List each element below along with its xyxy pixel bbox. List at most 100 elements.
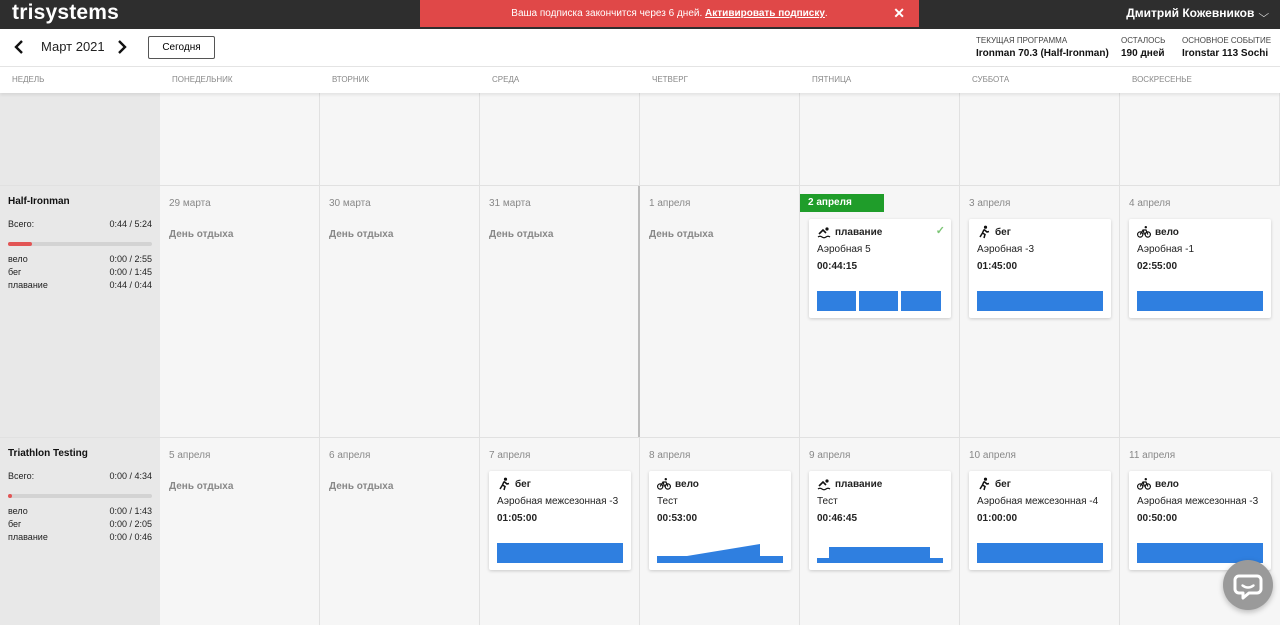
day-cell[interactable]	[640, 93, 800, 185]
main-event[interactable]: Основное событие Ironstar 113 Sochi	[1182, 36, 1271, 59]
activate-subscription-link[interactable]: Активировать подписку	[705, 8, 825, 19]
today-button[interactable]: Сегодня	[148, 36, 215, 59]
workout-duration: 02:55:00	[1137, 261, 1178, 272]
workout-intensity-chart	[977, 291, 1103, 311]
run-icon	[499, 477, 510, 491]
workout-sport: бег	[995, 479, 1011, 490]
workout-duration: 00:46:45	[817, 513, 858, 524]
day-cell[interactable]: 3 апреля бег Аэробная -3 01:45:00	[960, 186, 1120, 437]
chat-icon	[1233, 574, 1263, 600]
day-cell[interactable]: 4 апреля вело Аэробная -1 02:55:00	[1120, 186, 1280, 437]
week-row-half-ironman: Half-Ironman Всего: 0:44 / 5:24 вело 0:00…	[0, 186, 1280, 438]
days-left: Осталось 190 дней	[1121, 36, 1166, 59]
header-tuesday: Вторник	[332, 75, 370, 84]
current-month: Март 2021	[41, 39, 105, 54]
header-thursday: Четверг	[652, 75, 688, 84]
chat-button[interactable]	[1223, 560, 1273, 610]
current-program[interactable]: Текущая программа Ironman 70.3 (Half-Iro…	[976, 36, 1109, 59]
day-date: 29 марта	[169, 198, 211, 209]
sport-total: плавание 0:00 / 0:46	[8, 532, 152, 542]
day-cell[interactable]: 10 апреля бег Аэробная межсезонная -4 01…	[960, 438, 1120, 625]
workout-card[interactable]: бег Аэробная межсезонная -4 01:00:00	[969, 471, 1111, 570]
day-cell[interactable]: 6 апреля День отдыха	[320, 438, 480, 625]
sport-total: бег 0:00 / 1:45	[8, 267, 152, 277]
week-summary[interactable]: Half-Ironman Всего: 0:44 / 5:24 вело 0:00…	[0, 186, 160, 437]
workout-name: Аэробная -1	[1137, 244, 1195, 255]
workout-card[interactable]: вело Аэробная межсезонная -3 00:50:00	[1129, 471, 1271, 570]
header-week: Недель	[12, 75, 45, 84]
workout-name: Аэробная межсезонная -3	[497, 496, 619, 507]
next-month-button[interactable]	[116, 37, 128, 63]
week-total: Всего: 0:00 / 4:34	[8, 471, 152, 481]
workout-sport: вело	[675, 479, 699, 490]
top-bar: trisystems Ваша подписка закончится чере…	[0, 0, 1280, 29]
header-monday: Понедельник	[172, 75, 233, 84]
day-cell[interactable]	[1120, 93, 1280, 185]
workout-sport: бег	[515, 479, 531, 490]
workout-name: Аэробная межсезонная -4	[977, 496, 1099, 507]
day-cell[interactable]: 7 апреля бег Аэробная межсезонная -3 01:…	[480, 438, 640, 625]
header-saturday: Суббота	[972, 75, 1010, 84]
day-cell[interactable]: 5 апреля День отдыха	[160, 438, 320, 625]
run-icon	[979, 225, 990, 239]
day-cell-today[interactable]: 2 апреля плавание ✓ Аэробная 5 00:44:15	[800, 186, 960, 437]
chevron-right-icon	[118, 40, 127, 54]
workout-sport: бег	[995, 227, 1011, 238]
day-cell[interactable]: 9 апреля плавание Тест 00:46:45	[800, 438, 960, 625]
week-summary[interactable]: Triathlon Testing Всего: 0:00 / 4:34 вел…	[0, 438, 160, 625]
workout-card[interactable]: бег Аэробная межсезонная -3 01:05:00	[489, 471, 631, 570]
sport-total: вело 0:00 / 1:43	[8, 506, 152, 516]
calendar-grid: Half-Ironman Всего: 0:44 / 5:24 вело 0:00…	[0, 93, 1280, 625]
week-progress-fill	[8, 242, 33, 246]
day-cell[interactable]: 30 марта День отдыха	[320, 186, 480, 437]
workout-intensity-chart	[977, 543, 1103, 563]
day-date: 30 марта	[329, 198, 371, 209]
workout-intensity-chart	[817, 291, 941, 311]
user-menu[interactable]: Дмитрий Кожевников ⌵	[1126, 0, 1269, 28]
workout-card[interactable]: вело Аэробная -1 02:55:00	[1129, 219, 1271, 318]
workout-card[interactable]: плавание ✓ Аэробная 5 00:44:15	[809, 219, 951, 318]
banner-text: Ваша подписка закончится через 6 дней.	[511, 8, 703, 19]
day-date: 4 апреля	[1129, 198, 1171, 209]
day-cell[interactable]	[800, 93, 960, 185]
chevron-left-icon	[14, 40, 23, 54]
day-cell[interactable]: 31 марта День отдыха	[480, 186, 640, 437]
day-date: 6 апреля	[329, 450, 371, 461]
rest-day-label: День отдыха	[649, 229, 714, 240]
check-icon: ✓	[935, 225, 945, 237]
app-logo[interactable]: trisystems	[12, 0, 119, 26]
header-wednesday: Среда	[492, 75, 520, 84]
day-date: 11 апреля	[1129, 450, 1176, 461]
workout-duration: 01:00:00	[977, 513, 1018, 524]
workout-card[interactable]: бег Аэробная -3 01:45:00	[969, 219, 1111, 318]
workout-name: Тест	[657, 496, 678, 507]
workout-intensity-chart	[497, 543, 623, 563]
day-date: 7 апреля	[489, 450, 531, 461]
day-date: 10 апреля	[969, 450, 1016, 461]
close-icon[interactable]: ✕	[893, 0, 905, 27]
workout-card[interactable]: плавание Тест 00:46:45	[809, 471, 951, 570]
week-summary	[0, 93, 160, 185]
day-cell[interactable]	[960, 93, 1120, 185]
day-cell[interactable]: 8 апреля вело Тест 00:53:00	[640, 438, 800, 625]
day-cell[interactable]: 29 марта День отдыха	[160, 186, 320, 437]
rest-day-label: День отдыха	[169, 481, 234, 492]
workout-name: Аэробная -3	[977, 244, 1035, 255]
week-title: Half-Ironman	[8, 196, 70, 207]
rest-day-label: День отдыха	[329, 229, 394, 240]
bike-icon	[1137, 226, 1151, 238]
week-progress-fill	[8, 494, 13, 498]
day-date: 31 марта	[489, 198, 531, 209]
workout-name: Тест	[817, 496, 838, 507]
workout-card[interactable]: вело Тест 00:53:00	[649, 471, 791, 570]
sport-total: плавание 0:44 / 0:44	[8, 280, 152, 290]
day-cell[interactable]	[160, 93, 320, 185]
swim-icon	[817, 479, 831, 491]
day-cell[interactable]: 1 апреля День отдыха	[640, 186, 800, 437]
day-cell[interactable]	[480, 93, 640, 185]
bike-icon	[1137, 478, 1151, 490]
day-date: 3 апреля	[969, 198, 1011, 209]
prev-month-button[interactable]	[13, 37, 25, 63]
day-cell[interactable]	[320, 93, 480, 185]
weekday-header: Недель Понедельник Вторник Среда Четверг…	[0, 67, 1280, 93]
